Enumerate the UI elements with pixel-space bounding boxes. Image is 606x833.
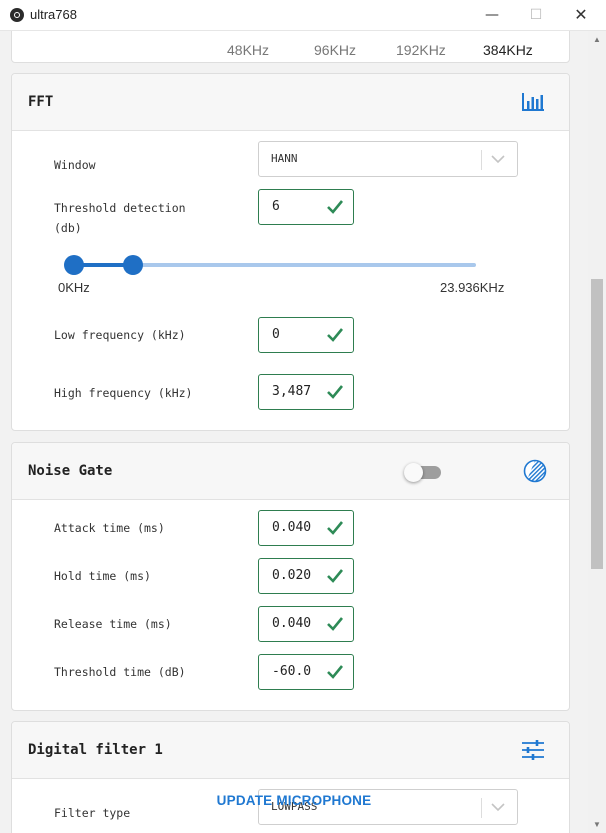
slider-high-handle[interactable] (122, 255, 143, 275)
sliders-icon[interactable] (521, 740, 545, 760)
sample-rate-96[interactable]: 96KHz (314, 42, 356, 58)
close-button[interactable]: ✕ (566, 5, 596, 25)
window-title: ultra768 (30, 7, 77, 22)
slider-max-label: 23.936KHz (440, 280, 505, 295)
threshold-time-label: Threshold time (dB) (54, 665, 186, 679)
attack-time-value: 0.040 (272, 520, 312, 535)
digital-filter-card: Digital filter 1 Filter type LOWPASS (11, 721, 570, 833)
high-frequency-input[interactable]: 3,487 (258, 374, 354, 410)
sample-rate-192[interactable]: 192KHz (396, 42, 446, 58)
scroll-down-icon[interactable]: ▼ (588, 816, 606, 833)
main-content: 48KHz 96KHz 192KHz 384KHz FFT Window HAN… (0, 31, 588, 833)
hold-time-label: Hold time (ms) (54, 569, 151, 583)
noise-gate-title: Noise Gate (28, 463, 113, 479)
digital-filter-card-header: Digital filter 1 (12, 722, 569, 779)
window-select[interactable]: HANN (258, 141, 518, 177)
minimize-button[interactable]: — (477, 5, 507, 25)
hold-time-value: 0.020 (272, 568, 312, 583)
contrast-circle-icon[interactable] (523, 459, 547, 483)
sample-rate-48[interactable]: 48KHz (227, 42, 269, 58)
noise-gate-card-header: Noise Gate (12, 443, 569, 500)
high-frequency-label: High frequency (kHz) (54, 386, 193, 400)
select-divider (481, 150, 482, 170)
window-select-value: HANN (271, 152, 298, 165)
scrollbar-thumb[interactable] (591, 279, 603, 569)
release-time-value: 0.040 (272, 616, 312, 631)
fft-card-header: FFT (12, 74, 569, 131)
threshold-time-input[interactable]: -60.0 (258, 654, 354, 690)
fft-card: FFT Window HANN Threshold detection (db)… (11, 73, 570, 431)
digital-filter-title: Digital filter 1 (28, 742, 163, 758)
scroll-up-icon[interactable]: ▲ (588, 31, 606, 48)
noise-gate-card: Noise Gate Attack time (ms) 0.040 Hold t… (11, 442, 570, 711)
threshold-detection-value: 6 (272, 199, 280, 214)
check-icon (327, 328, 344, 342)
hold-time-input[interactable]: 0.020 (258, 558, 354, 594)
app-logo-icon (10, 8, 24, 22)
attack-time-label: Attack time (ms) (54, 521, 165, 535)
attack-time-input[interactable]: 0.040 (258, 510, 354, 546)
check-icon (327, 617, 344, 631)
threshold-time-value: -60.0 (272, 664, 312, 679)
bar-chart-icon[interactable] (521, 92, 545, 112)
slider-min-label: 0KHz (58, 280, 90, 295)
noise-gate-toggle-knob[interactable] (404, 463, 423, 482)
low-frequency-input[interactable]: 0 (258, 317, 354, 353)
chevron-down-icon (491, 155, 505, 164)
fft-title: FFT (28, 94, 54, 110)
sample-rate-384[interactable]: 384KHz (483, 42, 533, 58)
select-divider (481, 798, 482, 818)
high-frequency-value: 3,487 (272, 384, 312, 399)
check-icon (327, 200, 344, 214)
low-frequency-value: 0 (272, 327, 280, 342)
filter-type-label: Filter type (54, 806, 131, 820)
title-bar: ultra768 — ☐ ✕ (0, 0, 606, 31)
slider-low-handle[interactable] (64, 255, 84, 275)
check-icon (327, 569, 344, 583)
check-icon (327, 665, 344, 679)
check-icon (327, 521, 344, 535)
low-frequency-label: Low frequency (kHz) (54, 328, 186, 342)
maximize-button[interactable]: ☐ (521, 5, 551, 25)
update-microphone-button[interactable]: UPDATE MICROPHONE (194, 793, 394, 815)
chevron-down-icon (491, 803, 505, 812)
vertical-scrollbar[interactable]: ▲ ▼ (588, 31, 606, 833)
threshold-detection-input[interactable]: 6 (258, 189, 354, 225)
threshold-detection-unit: (db) (54, 221, 82, 235)
window-label: Window (54, 158, 96, 172)
check-icon (327, 385, 344, 399)
release-time-input[interactable]: 0.040 (258, 606, 354, 642)
threshold-detection-label: Threshold detection (54, 201, 186, 215)
sample-rate-card: 48KHz 96KHz 192KHz 384KHz (11, 31, 570, 63)
release-time-label: Release time (ms) (54, 617, 172, 631)
